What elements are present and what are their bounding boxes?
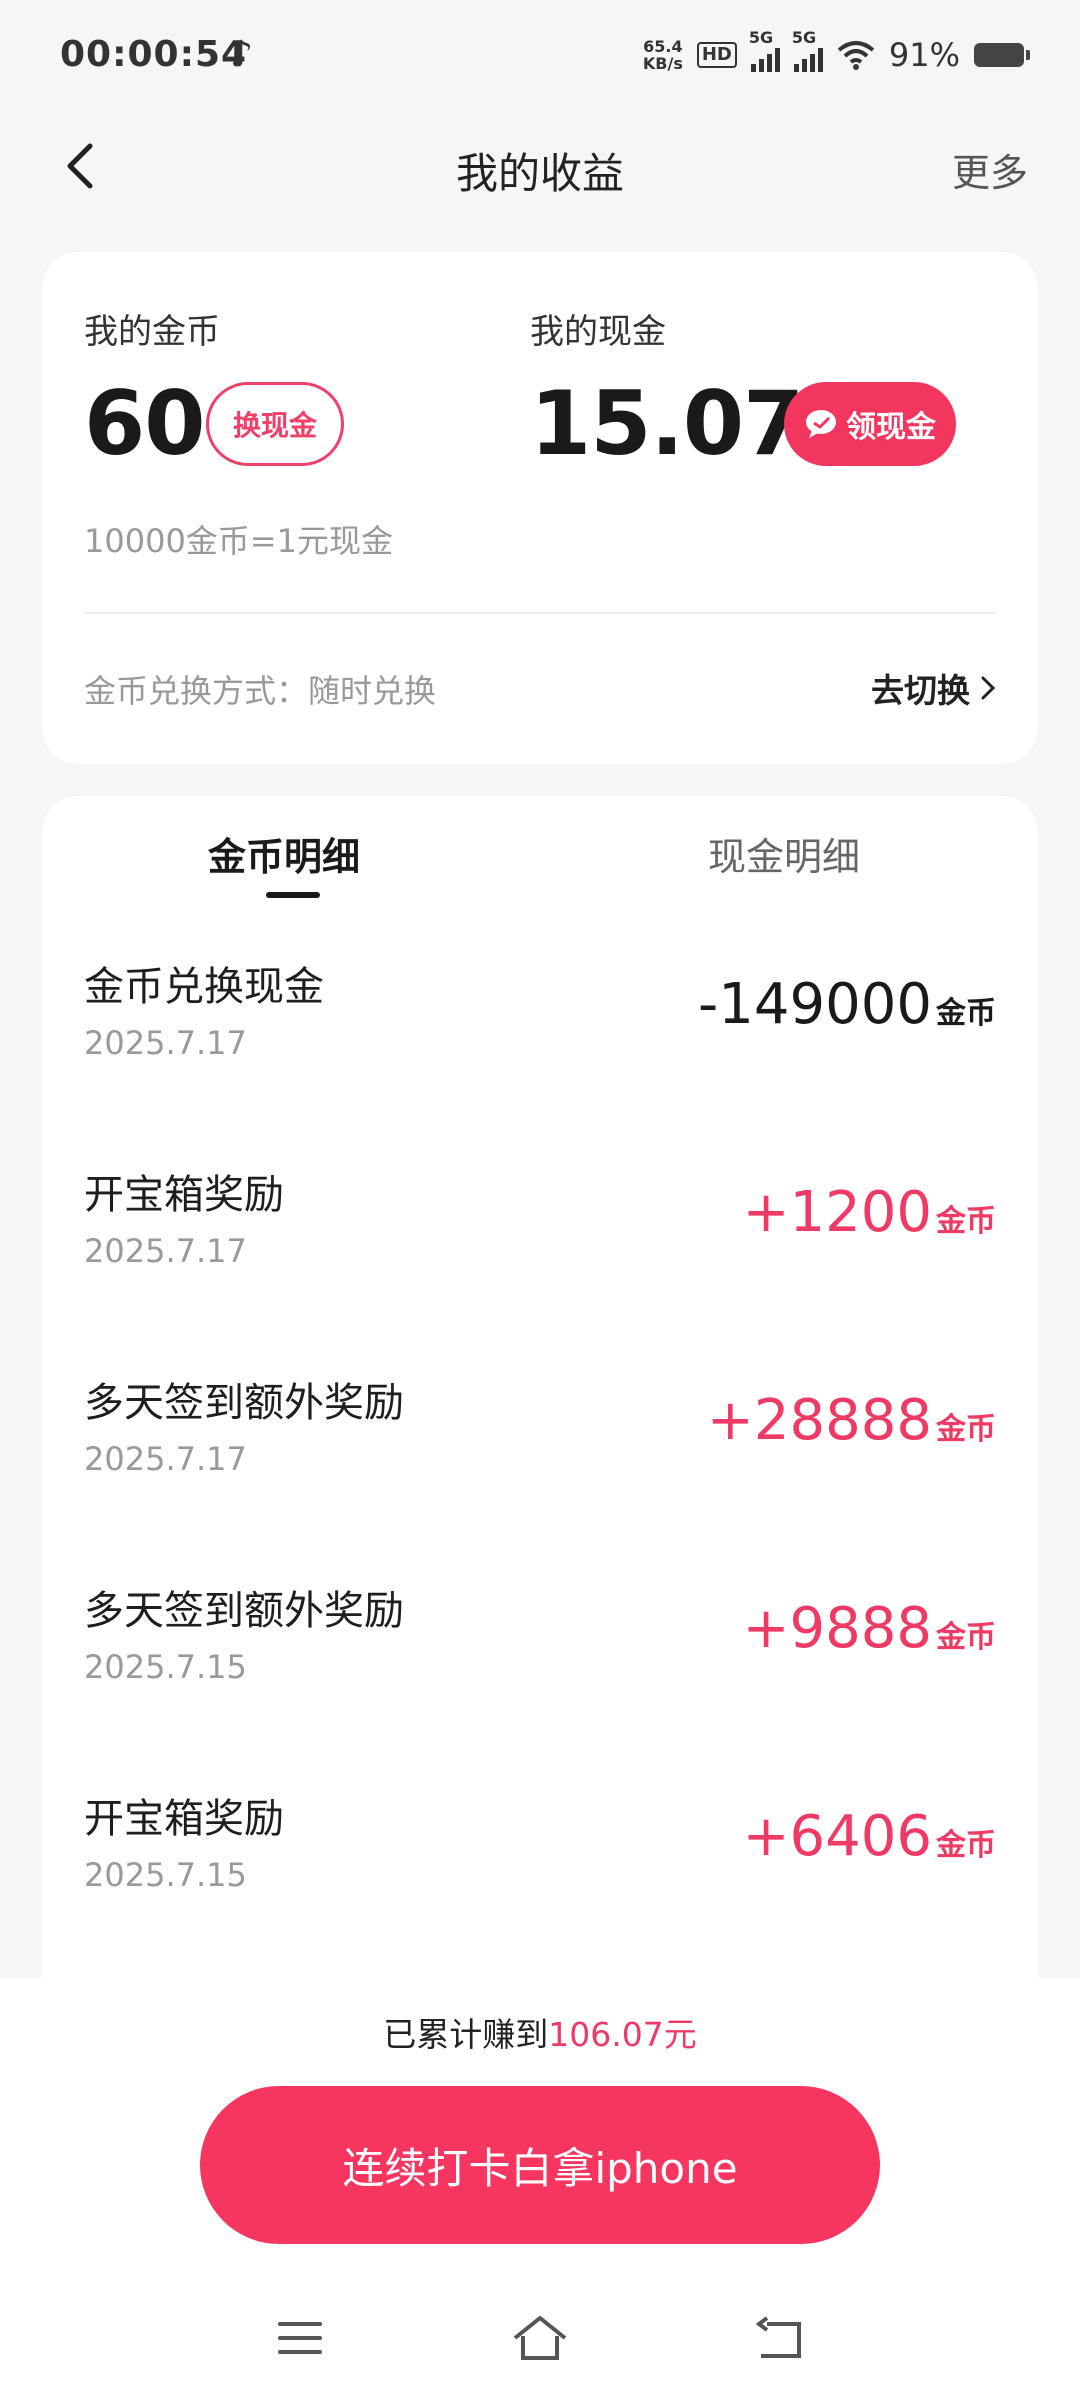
- status-time: 00:00:54: [60, 34, 248, 75]
- balance-card: 我的金币 60 换现金 我的现金 15.07 领现金 10000金币=1元现金 …: [42, 252, 1038, 764]
- transaction-title: 多天签到额外奖励: [84, 1588, 404, 1634]
- transaction-amount: -149000 金币: [698, 972, 996, 1037]
- transaction-date: 2025.7.15: [84, 1648, 247, 1686]
- amount-unit: 金币: [936, 996, 996, 1031]
- chevron-right-icon: [981, 676, 996, 700]
- transaction-title: 金币兑换现金: [84, 964, 324, 1010]
- tab-cash-detail[interactable]: 现金明细: [708, 826, 860, 881]
- list-item[interactable]: 金币兑换现金 2025.7.17 -149000 金币: [42, 944, 1038, 1152]
- top-nav: 我的收益 更多: [0, 118, 1080, 214]
- total-earned: 已累计赚到106.07元: [0, 2008, 1080, 2056]
- transaction-amount: +6406 金币: [743, 1804, 996, 1869]
- system-nav-bar: [0, 2298, 1080, 2398]
- amount-unit: 金币: [936, 1204, 996, 1239]
- tab-coin-detail[interactable]: 金币明细: [208, 826, 360, 881]
- hd-icon: HD: [696, 42, 737, 68]
- amount-value: -149000: [698, 972, 932, 1037]
- menu-icon[interactable]: [260, 2298, 340, 2378]
- list-item[interactable]: 多天签到额外奖励 2025.7.15 +9888 金币: [42, 1568, 1038, 1776]
- withdraw-cash-label: 领现金: [846, 410, 936, 445]
- more-button[interactable]: 更多: [952, 142, 1028, 197]
- amount-unit: 金币: [936, 1620, 996, 1655]
- transaction-date: 2025.7.17: [84, 1232, 247, 1270]
- withdraw-cash-button[interactable]: 领现金: [784, 382, 956, 466]
- transaction-date: 2025.7.17: [84, 1440, 247, 1478]
- switch-method-label: 去切换: [871, 671, 970, 710]
- status-bar: 00:00:54 ♪ 65.4 KB/s HD 5G 5G 91%: [0, 0, 1080, 118]
- network-speed: 65.4 KB/s: [643, 38, 683, 72]
- amount-value: +9888: [742, 1596, 932, 1661]
- sim1-label: 5G: [748, 28, 774, 47]
- checkin-cta-button[interactable]: 连续打卡白拿iphone: [200, 2086, 880, 2244]
- coins-label: 我的金币: [84, 312, 220, 352]
- divider: [84, 612, 996, 614]
- transaction-date: 2025.7.15: [84, 1856, 247, 1894]
- list-item[interactable]: 开宝箱奖励 2025.7.15 +6406 金币: [42, 1776, 1038, 1984]
- transaction-title: 开宝箱奖励: [84, 1796, 284, 1842]
- cash-value: 15.07: [530, 372, 804, 475]
- transaction-amount: +9888 金币: [743, 1596, 996, 1661]
- network-speed-value: 65.4: [643, 37, 683, 56]
- transaction-amount: +1200 金币: [743, 1180, 996, 1245]
- amount-unit: 金币: [936, 1412, 996, 1447]
- return-icon[interactable]: [740, 2298, 820, 2378]
- sim2-label: 5G: [791, 28, 817, 47]
- signal-icon-2: 5G: [792, 28, 823, 72]
- signal-icon: 5G: [749, 28, 780, 72]
- amount-value: +28888: [706, 1388, 932, 1453]
- total-earned-prefix: 已累计赚到: [383, 2015, 549, 2054]
- amount-value: +6406: [742, 1804, 932, 1869]
- tab-active-indicator: [266, 892, 320, 898]
- detail-card: 金币明细 现金明细 金币兑换现金 2025.7.17 -149000 金币 开宝…: [42, 796, 1038, 1996]
- wifi-icon: [837, 41, 875, 70]
- transaction-amount: +28888 金币: [707, 1388, 996, 1453]
- network-speed-unit: KB/s: [642, 54, 683, 73]
- transaction-title: 多天签到额外奖励: [84, 1380, 404, 1426]
- bottom-panel: 已累计赚到106.07元 连续打卡白拿iphone: [0, 1978, 1080, 2400]
- battery-icon: [974, 43, 1030, 67]
- exchange-cash-button[interactable]: 换现金: [206, 382, 344, 466]
- transaction-title: 开宝箱奖励: [84, 1172, 284, 1218]
- transaction-date: 2025.7.17: [84, 1024, 247, 1062]
- list-item[interactable]: 多天签到额外奖励 2025.7.17 +28888 金币: [42, 1360, 1038, 1568]
- amount-unit: 金币: [936, 1828, 996, 1863]
- switch-method-button[interactable]: 去切换: [871, 664, 996, 712]
- battery-percent: 91%: [888, 36, 960, 74]
- exchange-rate: 10000金币=1元现金: [84, 522, 393, 560]
- page-title: 我的收益: [455, 149, 624, 198]
- list-item[interactable]: 开宝箱奖励 2025.7.17 +1200 金币: [42, 1152, 1038, 1360]
- amount-value: +1200: [742, 1180, 932, 1245]
- home-icon[interactable]: [500, 2298, 580, 2378]
- cash-label: 我的现金: [530, 312, 666, 352]
- tiktok-icon: ♪: [230, 34, 253, 75]
- total-earned-amount: 106.07元: [548, 2015, 697, 2054]
- coins-value: 60: [84, 372, 205, 475]
- exchange-method: 金币兑换方式：随时兑换: [84, 672, 437, 710]
- status-icons: 65.4 KB/s HD 5G 5G 91%: [643, 28, 1030, 80]
- chat-bubble-icon: [806, 410, 836, 438]
